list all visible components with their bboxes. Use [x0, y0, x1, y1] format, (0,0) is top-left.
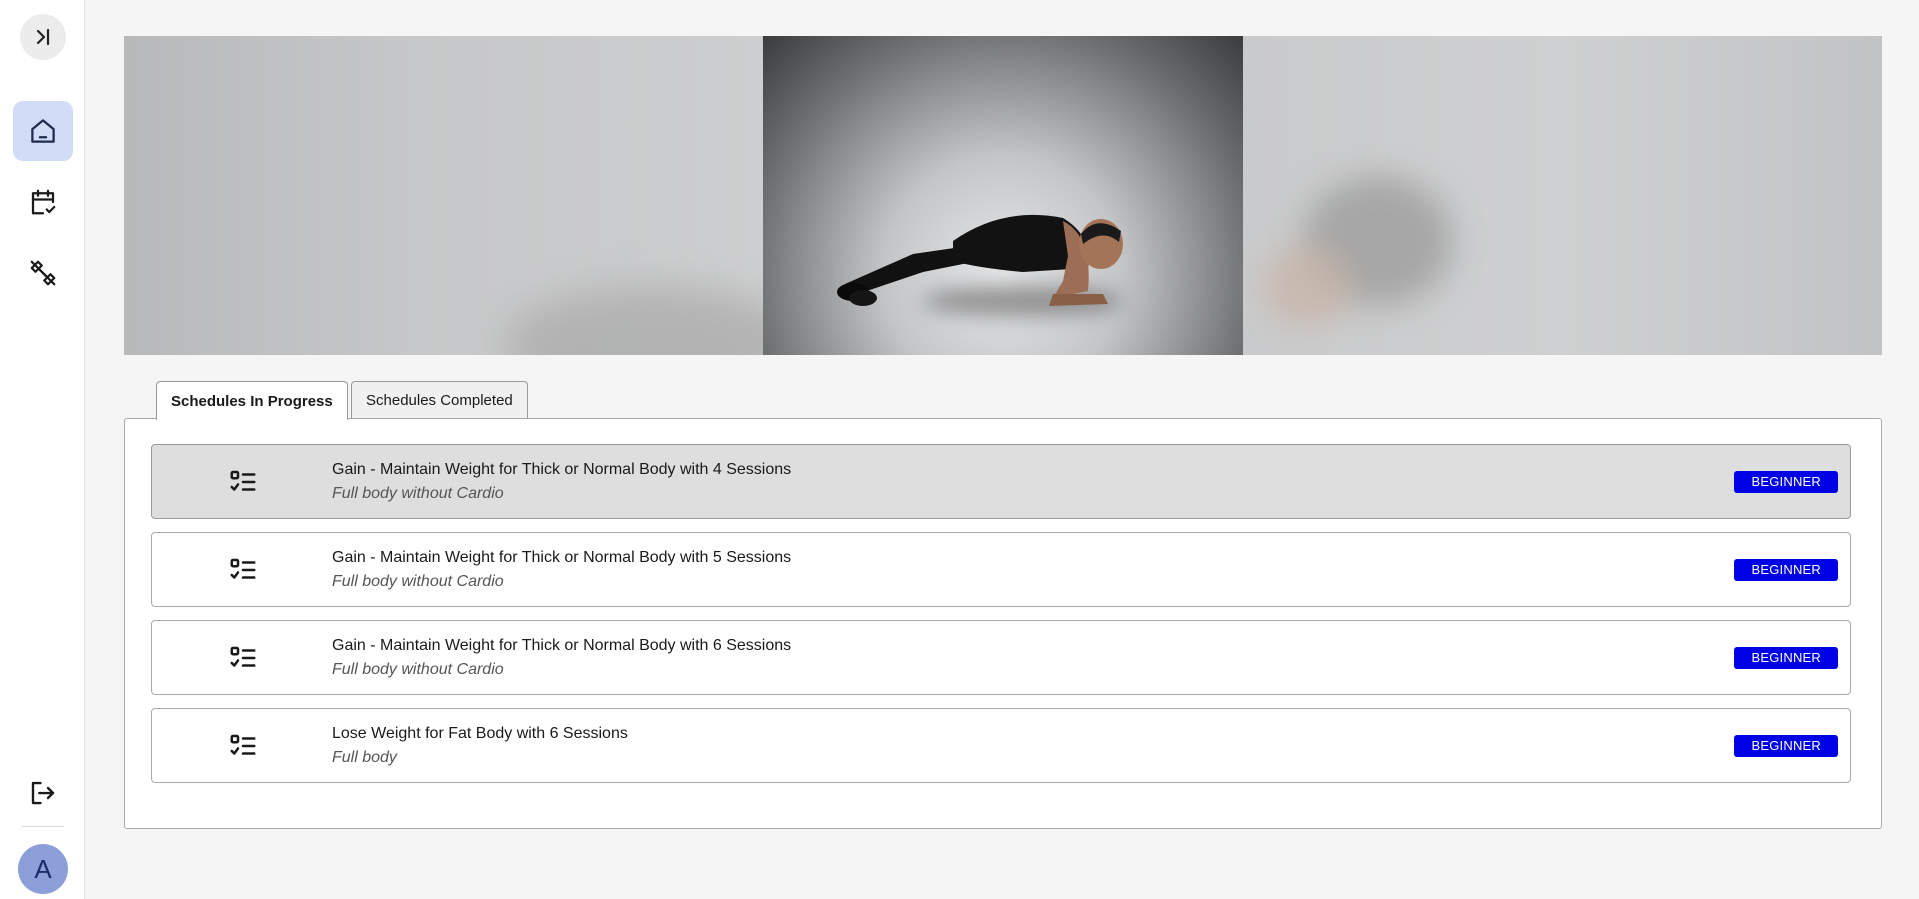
checklist-icon — [230, 646, 256, 667]
banner-plank-photo — [763, 36, 1243, 355]
plank-figure-illustration — [837, 214, 1123, 306]
tab-schedules-in-progress[interactable]: Schedules In Progress — [156, 381, 348, 420]
avatar-initial: A — [34, 853, 52, 884]
schedule-title: Lose Weight for Fat Body with 6 Sessions — [332, 725, 628, 742]
schedule-card[interactable]: Gain - Maintain Weight for Thick or Norm… — [151, 620, 1851, 695]
logout-icon — [31, 781, 55, 805]
checklist-icon — [230, 470, 256, 491]
sidebar-item-home[interactable] — [13, 101, 73, 161]
schedule-subtitle: Full body without Cardio — [332, 485, 504, 502]
schedule-card[interactable]: Lose Weight for Fat Body with 6 Sessions… — [151, 708, 1851, 783]
level-badge: BEGINNER — [1734, 735, 1838, 757]
hero-banner-image — [124, 36, 1882, 355]
checklist-icon — [230, 734, 256, 755]
schedule-subtitle: Full body without Cardio — [332, 661, 504, 678]
sidebar-expand-icon — [36, 28, 50, 46]
banner-blur-left — [124, 36, 804, 355]
schedule-card[interactable]: Gain - Maintain Weight for Thick or Norm… — [151, 444, 1851, 519]
dumbbell-off-icon — [30, 260, 56, 286]
tab-schedules-completed[interactable]: Schedules Completed — [351, 381, 528, 419]
tab-label: Schedules Completed — [366, 392, 513, 409]
avatar[interactable]: A — [18, 844, 68, 894]
logout-button[interactable] — [13, 763, 73, 823]
checklist-icon — [230, 558, 256, 579]
schedule-title: Gain - Maintain Weight for Thick or Norm… — [332, 637, 792, 654]
banner-blur-right — [1243, 36, 1882, 355]
schedule-subtitle: Full body without Cardio — [332, 573, 504, 590]
schedule-subtitle: Full body — [332, 749, 397, 766]
sidebar-toggle-button[interactable] — [20, 14, 66, 60]
sidebar-item-workouts[interactable] — [13, 243, 73, 303]
level-badge: BEGINNER — [1734, 647, 1838, 669]
sidebar-divider — [22, 826, 64, 827]
level-badge: BEGINNER — [1734, 559, 1838, 581]
sidebar: A — [0, 0, 85, 899]
calendar-check-icon — [31, 189, 56, 215]
level-badge: BEGINNER — [1734, 471, 1838, 493]
schedule-title: Gain - Maintain Weight for Thick or Norm… — [332, 549, 792, 566]
schedule-title: Gain - Maintain Weight for Thick or Norm… — [332, 461, 792, 478]
home-icon — [31, 119, 55, 143]
tab-label: Schedules In Progress — [171, 392, 333, 410]
sidebar-item-calendar[interactable] — [13, 172, 73, 232]
schedule-card[interactable]: Gain - Maintain Weight for Thick or Norm… — [151, 532, 1851, 607]
schedules-panel: Gain - Maintain Weight for Thick or Norm… — [124, 418, 1882, 829]
